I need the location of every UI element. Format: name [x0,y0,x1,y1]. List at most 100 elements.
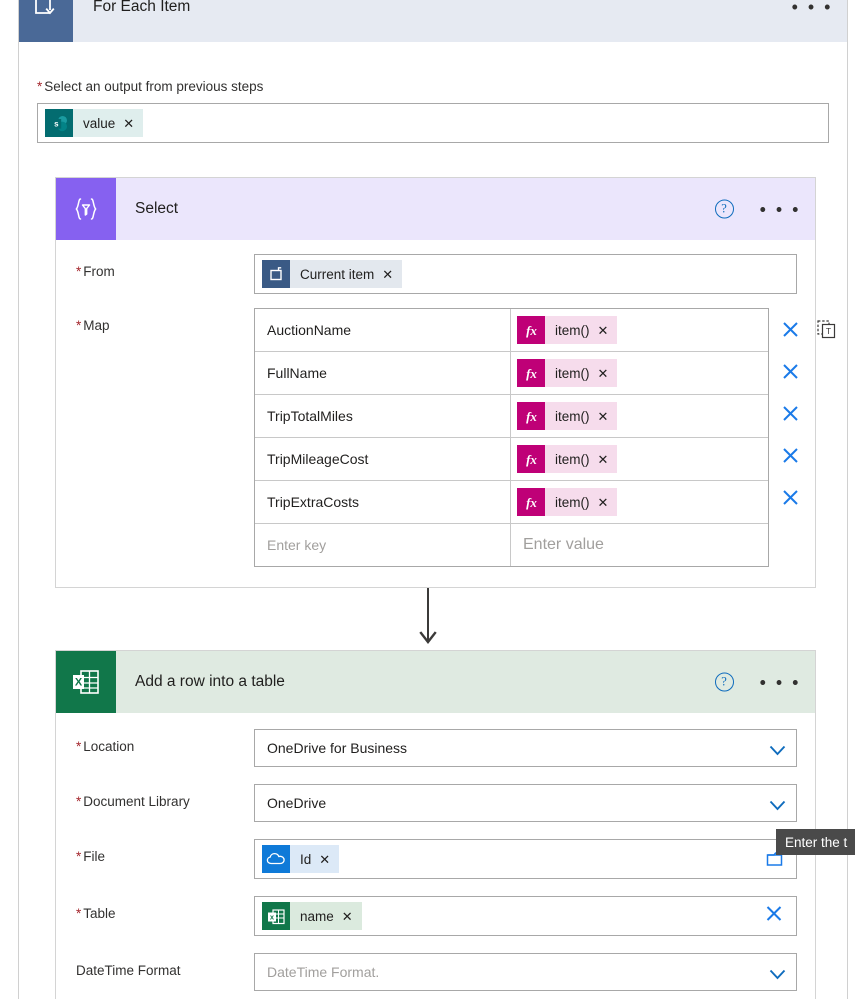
help-icon[interactable]: ? [714,672,734,692]
required-asterisk: * [76,264,82,279]
map-key-text: AuctionName [267,322,352,338]
location-field-label: * Location [76,739,135,754]
map-value-input[interactable]: fx item() ✕ [511,395,768,437]
fx-icon: fx [517,445,545,473]
map-key-input[interactable]: TripTotalMiles [255,395,511,437]
output-field-label: * Select an output from previous steps [37,79,264,94]
location-dropdown[interactable]: OneDrive for Business [254,729,797,767]
select-card-header[interactable]: Select ? • • • [56,178,815,240]
token-remove-button[interactable]: ✕ [598,367,609,380]
delete-map-row-button[interactable] [782,321,799,338]
excel-card-header[interactable]: X Add a row into a table ? • • • [56,651,815,713]
output-field-input[interactable]: s value ✕ [37,103,829,143]
token-current-item[interactable]: Current item ✕ [262,260,403,288]
token-remove-button[interactable]: ✕ [319,853,330,866]
svg-text:fx: fx [526,409,537,424]
onedrive-icon [262,845,290,873]
map-table: AuctionName fx item() ✕ FullName fx item() ✕ Tri… [254,308,769,567]
excel-action-card: X Add a row into a table ? • • • * Locati… [55,650,816,999]
token-remove-button[interactable]: ✕ [382,268,393,281]
document-library-value: OneDrive [267,795,327,811]
document-library-field-row: * Document Library OneDrive [56,784,815,822]
document-library-dropdown[interactable]: OneDrive [254,784,797,822]
for-each-more-button[interactable]: • • • [792,0,833,16]
help-icon[interactable]: ? [714,199,734,219]
delete-map-row-button[interactable] [782,363,799,380]
select-action-card: Select ? • • • * From Current item ✕ * M… [55,177,836,588]
chevron-down-icon [769,967,786,979]
required-asterisk: * [37,79,43,94]
table-clear-button[interactable] [765,905,783,928]
from-field-label: * From [76,264,115,279]
token-remove-button[interactable]: ✕ [342,910,353,923]
token-expression-text: item() ✕ [545,402,618,430]
map-key-text: TripMileageCost [267,451,369,467]
token-expression[interactable]: fx item() ✕ [517,488,618,516]
map-value-input[interactable]: fx item() ✕ [511,438,768,480]
file-field-input[interactable]: Id ✕ [254,839,797,879]
fx-icon: fx [517,488,545,516]
token-remove-button[interactable]: ✕ [598,324,609,337]
map-row: FullName fx item() ✕ [255,352,768,395]
map-field-row: * Map AuctionName fx item() ✕ FullName fx item(… [56,308,836,567]
datetime-format-placeholder: DateTime Format. [267,964,380,980]
map-row-actions [769,434,836,476]
token-expression[interactable]: fx item() ✕ [517,402,618,430]
map-value-input-new[interactable]: Enter value [511,524,768,566]
token-remove-button[interactable]: ✕ [598,453,609,466]
datetime-format-field-label: DateTime Format [76,963,181,978]
select-card-more-button[interactable]: • • • [760,200,801,218]
flow-designer-canvas: For Each Item • • • * Select an output fr… [0,0,855,999]
required-asterisk: * [76,739,82,754]
map-row-actions [769,350,836,392]
token-table-name[interactable]: x name ✕ [262,902,362,930]
excel-icon: X [56,651,116,713]
token-expression[interactable]: fx item() ✕ [517,316,618,344]
token-value[interactable]: s value ✕ [45,109,144,137]
token-remove-button[interactable]: ✕ [598,496,609,509]
excel-card-more-button[interactable]: • • • [760,673,801,691]
map-key-input[interactable]: TripMileageCost [255,438,511,480]
document-library-field-label: * Document Library [76,794,190,809]
map-key-input[interactable]: TripExtraCosts [255,481,511,523]
delete-map-row-button[interactable] [782,447,799,464]
map-key-input[interactable]: FullName [255,352,511,394]
table-field-input[interactable]: x name ✕ [254,896,797,936]
map-value-input[interactable]: fx item() ✕ [511,352,768,394]
token-file-id[interactable]: Id ✕ [262,845,340,873]
fx-icon: fx [517,359,545,387]
from-field-input[interactable]: Current item ✕ [254,254,797,294]
token-expression-text: item() ✕ [545,488,618,516]
map-key-placeholder: Enter key [267,537,327,553]
select-card-header-actions: ? • • • [714,199,801,219]
for-each-header[interactable]: For Each Item • • • [19,0,847,42]
token-expression-text: item() ✕ [545,359,618,387]
table-field-label: * Table [76,906,116,921]
token-expression-text: item() ✕ [545,445,618,473]
token-current-item-text: Current item ✕ [290,260,403,288]
datetime-format-dropdown[interactable]: DateTime Format. [254,953,797,991]
map-row: TripExtraCosts fx item() ✕ [255,481,768,524]
delete-map-row-button[interactable] [782,405,799,422]
map-value-input[interactable]: fx item() ✕ [511,481,768,523]
token-remove-button[interactable]: ✕ [123,117,134,130]
map-key-input[interactable]: AuctionName [255,309,511,351]
required-asterisk: * [76,849,82,864]
map-value-input[interactable]: fx item() ✕ [511,309,768,351]
token-expression[interactable]: fx item() ✕ [517,359,618,387]
excel-card-body: * Location OneDrive for Business * Docum… [56,713,815,999]
token-remove-button[interactable]: ✕ [598,410,609,423]
map-value-placeholder: Enter value [523,536,604,553]
map-row-actions: T [769,308,836,350]
file-field-label: * File [76,849,106,864]
map-key-input-new[interactable]: Enter key [255,524,511,566]
map-row-placeholder: Enter key Enter value [255,524,768,566]
chevron-down-icon [769,798,786,810]
duplicate-map-row-icon[interactable]: T [817,319,836,339]
delete-map-row-button[interactable] [782,489,799,506]
svg-text:fx: fx [526,323,537,338]
token-expression-text: item() ✕ [545,316,618,344]
token-expression[interactable]: fx item() ✕ [517,445,618,473]
required-asterisk: * [76,906,82,921]
datetime-format-field-row: DateTime Format DateTime Format. [56,953,815,991]
